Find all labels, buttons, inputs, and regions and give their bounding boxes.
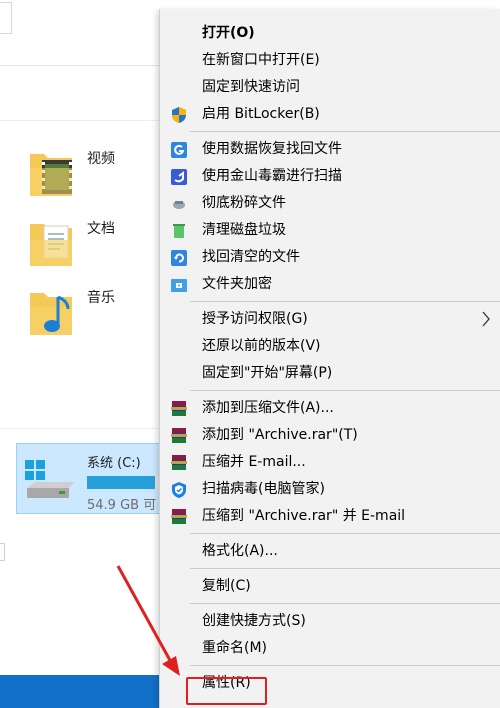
menu-item-2-0[interactable]: 授予访问权限(G) [160, 306, 500, 333]
menu-item-2-1[interactable]: 还原以前的版本(V) [160, 333, 500, 360]
menu-item-label: 添加到 "Archive.rar"(T) [202, 427, 358, 443]
antivirus-scan-icon [170, 168, 188, 186]
menu-item-1-2[interactable]: 彻底粉碎文件 [160, 190, 500, 217]
menu-separator [190, 390, 500, 391]
red-arrow-annotation [116, 565, 180, 676]
menu-separator [190, 603, 500, 604]
shield-icon [170, 106, 188, 124]
drive-usage-bar [87, 476, 167, 489]
menu-item-1-5[interactable]: 文件夹加密 [160, 271, 500, 298]
drive-label: 系统 (C:) [87, 456, 141, 471]
menu-item-label: 找回清空的文件 [202, 249, 300, 265]
menu-item-label: 在新窗口中打开(E) [202, 52, 320, 68]
menu-item-2-2[interactable]: 固定到"开始"屏幕(P) [160, 360, 500, 387]
windows-drive-icon [25, 460, 75, 498]
menu-item-3-1[interactable]: 添加到 "Archive.rar"(T) [160, 422, 500, 449]
menu-item-5-0[interactable]: 复制(C) [160, 573, 500, 600]
menu-item-label: 重命名(M) [202, 640, 268, 656]
menu-item-label: 固定到快速访问 [202, 79, 300, 95]
menu-item-label: 清理磁盘垃圾 [202, 222, 286, 238]
music-folder-icon [30, 293, 72, 335]
menu-item-label: 复制(C) [202, 578, 251, 594]
winrar-icon [170, 400, 188, 418]
data-recovery-icon [170, 141, 188, 159]
menu-item-1-4[interactable]: 找回清空的文件 [160, 244, 500, 271]
menu-item-label: 还原以前的版本(V) [202, 338, 321, 354]
menu-item-label: 使用数据恢复找回文件 [202, 141, 342, 157]
divider [0, 120, 160, 121]
folder-music[interactable]: 音乐 [28, 287, 148, 343]
menu-item-1-0[interactable]: 使用数据恢复找回文件 [160, 136, 500, 163]
menu-item-3-2[interactable]: 压缩并 E-mail... [160, 449, 500, 476]
menu-item-0-1[interactable]: 在新窗口中打开(E) [160, 47, 500, 74]
drive-usage-fill [87, 476, 155, 489]
winrar-icon [170, 454, 188, 472]
menu-item-label: 文件夹加密 [202, 276, 272, 292]
menu-item-label: 彻底粉碎文件 [202, 195, 286, 211]
menu-item-label: 扫描病毒(电脑管家) [202, 481, 325, 497]
drive-c-tile[interactable]: 系统 (C:) 54.9 GB 可 [16, 443, 167, 514]
winrar-icon [170, 427, 188, 445]
video-folder-icon [30, 154, 72, 196]
folder-label: 文档 [87, 221, 115, 237]
divider [0, 428, 160, 429]
pc-manager-shield-icon [170, 481, 188, 499]
explorer-header [0, 0, 160, 66]
scroll-handle[interactable] [0, 543, 5, 561]
menu-item-label: 授予访问权限(G) [202, 311, 308, 327]
folder-documents[interactable]: 文档 [28, 218, 148, 274]
menu-item-4-0[interactable]: 格式化(A)... [160, 538, 500, 565]
document-folder-icon [30, 224, 72, 266]
menu-item-label: 添加到压缩文件(A)... [202, 400, 334, 416]
menu-item-label: 压缩并 E-mail... [202, 454, 306, 470]
menu-item-0-3[interactable]: 启用 BitLocker(B) [160, 101, 500, 128]
menu-item-6-1[interactable]: 重命名(M) [160, 635, 500, 662]
menu-item-label: 固定到"开始"屏幕(P) [202, 365, 333, 381]
menu-item-1-3[interactable]: 清理磁盘垃圾 [160, 217, 500, 244]
menu-item-label: 压缩到 "Archive.rar" 并 E-mail [202, 508, 406, 524]
address-bar[interactable] [0, 2, 12, 34]
menu-separator [190, 131, 500, 132]
folder-label: 视频 [87, 151, 115, 167]
restore-icon [170, 249, 188, 267]
menu-item-1-1[interactable]: 使用金山毒霸进行扫描 [160, 163, 500, 190]
folder-videos[interactable]: 视频 [28, 148, 148, 204]
folder-label: 音乐 [87, 290, 115, 306]
menu-separator [190, 533, 500, 534]
menu-item-label: 格式化(A)... [202, 543, 278, 559]
drive-free-space: 54.9 GB 可 [87, 498, 157, 513]
menu-item-0-0[interactable]: 打开(O) [160, 20, 500, 47]
menu-item-3-4[interactable]: 压缩到 "Archive.rar" 并 E-mail [160, 503, 500, 530]
menu-item-6-0[interactable]: 创建快捷方式(S) [160, 608, 500, 635]
shredder-icon [170, 195, 188, 213]
menu-item-label: 打开(O) [202, 25, 255, 41]
menu-item-label: 使用金山毒霸进行扫描 [202, 168, 342, 184]
context-menu: 打开(O) 在新窗口中打开(E) 固定到快速访问启用 BitLocker(B) 使用数… [159, 9, 500, 708]
menu-item-3-3[interactable]: 扫描病毒(电脑管家) [160, 476, 500, 503]
menu-item-label: 启用 BitLocker(B) [202, 106, 320, 122]
menu-item-0-2[interactable]: 固定到快速访问 [160, 74, 500, 101]
menu-item-label: 创建快捷方式(S) [202, 613, 306, 629]
properties-highlight-box [186, 677, 267, 705]
winrar-icon [170, 508, 188, 526]
menu-separator [190, 568, 500, 569]
chevron-right-icon [481, 311, 491, 327]
trash-clean-icon [170, 222, 188, 240]
menu-separator [190, 665, 500, 666]
menu-separator [190, 301, 500, 302]
folder-encrypt-icon [170, 276, 188, 294]
menu-item-3-0[interactable]: 添加到压缩文件(A)... [160, 395, 500, 422]
